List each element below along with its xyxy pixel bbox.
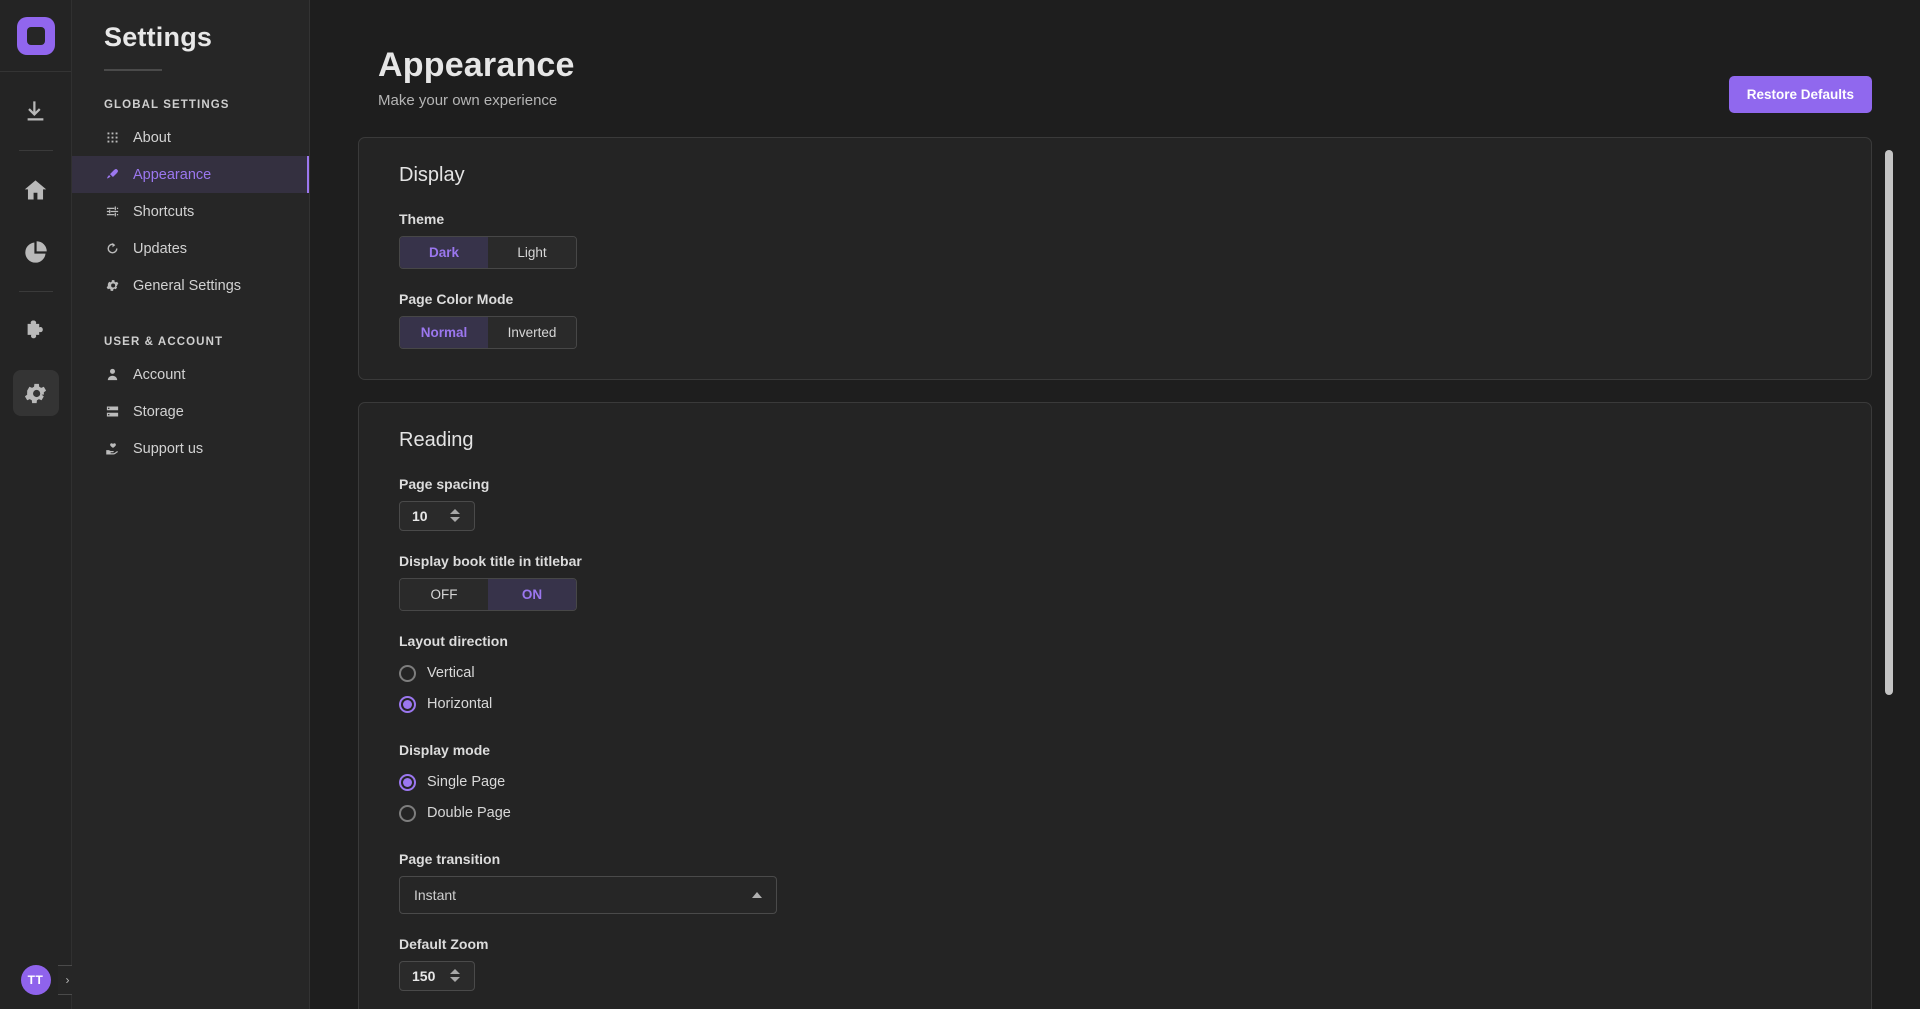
page-subtitle: Make your own experience [378,92,1920,109]
restore-defaults-button[interactable]: Restore Defaults [1729,76,1872,113]
page-transition-label: Page transition [399,851,1831,867]
icon-rail: TT › [0,0,72,1009]
download-icon[interactable] [13,88,59,134]
radio-icon [399,665,416,682]
theme-field: Theme Dark Light [399,211,1831,269]
sidebar-item-label: Storage [133,404,184,420]
radio-icon-selected [399,696,416,713]
book-title-toggle: OFF ON [399,578,577,611]
page-transition-select[interactable]: Instant [399,876,777,914]
page-spacing-stepper[interactable]: 10 [399,501,475,531]
stepper-arrows-icon[interactable] [450,969,460,982]
grid-icon [104,130,120,146]
page-header: Appearance Make your own experience Rest… [310,0,1920,109]
main-content: Appearance Make your own experience Rest… [310,0,1920,1009]
sidebar-group-heading-global: GLOBAL SETTINGS [104,99,309,111]
default-zoom-label: Default Zoom [399,936,1831,952]
refresh-icon [104,241,120,257]
puzzle-icon[interactable] [13,308,59,354]
reading-card: Reading Page spacing 10 Display book tit… [358,402,1872,1009]
sidebar-item-label: Account [133,367,185,383]
sidebar-item-label: Updates [133,241,187,257]
sidebar-item-shortcuts[interactable]: Shortcuts [72,193,309,230]
chevron-up-icon [752,892,762,898]
theme-label: Theme [399,211,1831,227]
sidebar-item-label: About [133,130,171,146]
sidebar-item-about[interactable]: About [72,119,309,156]
sliders-icon [104,204,120,220]
display-mode-label: Display mode [399,742,1831,758]
layout-direction-field: Layout direction Vertical Horizontal [399,633,1831,720]
sidebar-item-label: General Settings [133,278,241,294]
display-mode-option-single-page[interactable]: Single Page [399,767,1831,798]
settings-window: TT › Settings GLOBAL SETTINGS About Appe… [0,0,1920,1009]
display-mode-field: Display mode Single Page Double Page [399,742,1831,829]
display-card-title: Display [399,164,1831,187]
radio-label: Vertical [427,665,475,681]
rail-divider-2 [19,291,53,292]
sidebar-item-appearance[interactable]: Appearance [72,156,309,193]
default-zoom-value: 150 [412,968,442,984]
sidebar-item-general-settings[interactable]: General Settings [72,267,309,304]
radio-icon [399,805,416,822]
radio-icon-selected [399,774,416,791]
radio-label: Horizontal [427,696,492,712]
layout-direction-label: Layout direction [399,633,1831,649]
sidebar-group-heading-user: USER & ACCOUNT [104,336,309,348]
sidebar-item-storage[interactable]: Storage [72,393,309,430]
display-card: Display Theme Dark Light Page Color Mode… [358,137,1872,380]
page-spacing-value: 10 [412,508,442,524]
theme-segmented-control: Dark Light [399,236,577,269]
server-icon [104,404,120,420]
sidebar-item-support-us[interactable]: Support us [72,430,309,467]
theme-option-dark[interactable]: Dark [400,237,488,268]
app-logo[interactable] [0,0,71,72]
pie-chart-icon[interactable] [13,229,59,275]
paint-icon [104,167,120,183]
page-color-mode-label: Page Color Mode [399,291,1831,307]
layout-direction-option-horizontal[interactable]: Horizontal [399,689,1831,720]
radio-label: Single Page [427,774,505,790]
gear-icon[interactable] [13,370,59,416]
default-zoom-stepper[interactable]: 150 [399,961,475,991]
reading-card-title: Reading [399,429,1831,452]
sidebar-title: Settings [72,22,309,53]
sidebar-item-label: Shortcuts [133,204,194,220]
display-mode-option-double-page[interactable]: Double Page [399,798,1831,829]
layout-direction-option-vertical[interactable]: Vertical [399,658,1831,689]
rail-divider [19,150,53,151]
book-title-titlebar-label: Display book title in titlebar [399,553,1831,569]
vertical-scrollbar[interactable] [1885,150,1893,695]
page-color-mode-field: Page Color Mode Normal Inverted [399,291,1831,349]
page-spacing-label: Page spacing [399,476,1831,492]
sidebar-item-label: Support us [133,441,203,457]
home-icon[interactable] [13,167,59,213]
settings-cards: Display Theme Dark Light Page Color Mode… [310,137,1920,1009]
page-color-option-normal[interactable]: Normal [400,317,488,348]
page-title: Appearance [378,48,1920,84]
settings-sidebar: Settings GLOBAL SETTINGS About Appearanc… [72,0,310,1009]
sidebar-item-label: Appearance [133,167,211,183]
book-title-option-on[interactable]: ON [488,579,576,610]
sidebar-item-account[interactable]: Account [72,356,309,393]
person-icon [104,367,120,383]
radio-label: Double Page [427,805,511,821]
avatar-initials: TT [21,965,51,995]
book-title-option-off[interactable]: OFF [400,579,488,610]
page-transition-field: Page transition Instant [399,851,1831,914]
sidebar-divider [104,69,162,71]
page-spacing-field: Page spacing 10 [399,476,1831,531]
page-color-option-inverted[interactable]: Inverted [488,317,576,348]
book-title-titlebar-field: Display book title in titlebar OFF ON [399,553,1831,611]
hand-heart-icon [104,441,120,457]
page-transition-value: Instant [414,887,456,903]
theme-option-light[interactable]: Light [488,237,576,268]
default-zoom-field: Default Zoom 150 [399,936,1831,991]
gear-icon [104,278,120,294]
stepper-arrows-icon[interactable] [450,509,460,522]
sidebar-item-updates[interactable]: Updates [72,230,309,267]
page-color-mode-segmented-control: Normal Inverted [399,316,577,349]
